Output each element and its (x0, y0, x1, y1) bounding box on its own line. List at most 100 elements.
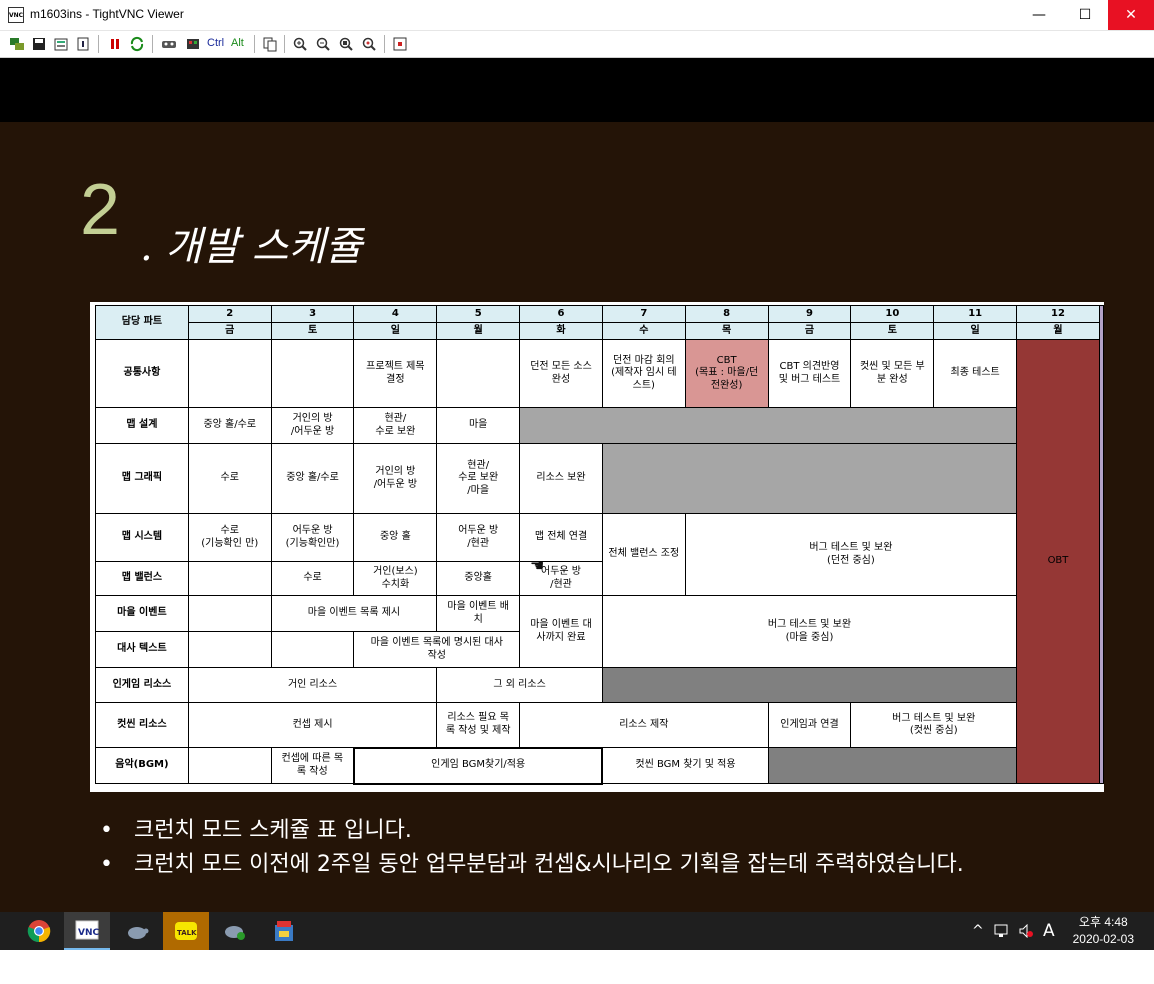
ime-indicator[interactable]: A (1043, 912, 1055, 950)
weekday-cell: 토 (850, 322, 935, 340)
turtle-app-icon-2[interactable] (212, 912, 258, 950)
volume-muted-icon[interactable] (1018, 912, 1034, 950)
date-cell: 7 (601, 305, 686, 323)
schedule-cell: 수로 (270, 561, 355, 596)
minimize-button[interactable]: — (1016, 0, 1062, 30)
schedule-cell: 버그 테스트 및 보완 (마을 중심) (601, 595, 1018, 668)
window-titlebar: VNC m1603ins - TightVNC Viewer — ☐ ✕ (0, 0, 1154, 31)
hand-cursor-icon: ☚ (530, 556, 545, 575)
schedule-cell: 마을 이벤트 목록에 명시된 대사 작성 (353, 631, 521, 668)
schedule-cell: 현관/ 수로 보완 /마을 (436, 443, 521, 514)
options-icon[interactable] (52, 35, 70, 53)
schedule-cell: 중앙 홀/수로 (270, 443, 355, 514)
svg-text:TALK: TALK (177, 929, 197, 937)
schedule-cell: 마을 이벤트 배 치 (436, 595, 521, 632)
zoom-out-icon[interactable] (314, 35, 332, 53)
turtle-app-icon[interactable] (114, 912, 160, 950)
date-cell: 2 (187, 305, 272, 323)
schedule-cell (270, 631, 355, 668)
date-cell: 8 (684, 305, 769, 323)
header-corner: 담당 파트 (95, 305, 189, 340)
schedule-cell: 리소스 제작 (519, 702, 769, 748)
vnc-toolbar: Ctrl Alt (0, 31, 1154, 58)
toolbar-separator (384, 35, 385, 53)
schedule-cell (187, 595, 272, 632)
new-connection-icon[interactable] (8, 35, 26, 53)
fullscreen-icon[interactable] (391, 35, 409, 53)
weekday-cell: 금 (767, 322, 852, 340)
schedule-cell: 마을 이벤트 대 사까지 완료 (519, 595, 603, 668)
taskbar-clock[interactable]: 오후 4:48 2020-02-03 (1073, 914, 1134, 948)
date-cell: 6 (519, 305, 603, 323)
schedule-cell: 중앙홀 (436, 561, 521, 596)
ctrl-esc-icon[interactable] (184, 35, 202, 53)
schedule-cell: 전체 밸런스 조정 (601, 513, 686, 596)
schedule-cell (270, 339, 355, 408)
info-icon[interactable] (74, 35, 92, 53)
pause-icon[interactable] (106, 35, 124, 53)
date-cell: 12 (1016, 305, 1100, 323)
schedule-cell: 던전 모든 소스 완성 (519, 339, 603, 408)
remote-screen-top-band (0, 58, 1154, 122)
schedule-cell: 컷씬 BGM 찾기 및 적용 (601, 747, 769, 784)
schedule-cell: 어두운 방 (기능확인만) (270, 513, 355, 562)
close-button[interactable]: ✕ (1108, 0, 1154, 30)
clipboard-icon[interactable] (261, 35, 279, 53)
schedule-cell: 리소스 필요 목 록 작성 및 제작 (436, 702, 521, 748)
ctrl-key-button[interactable]: Ctrl (207, 37, 224, 49)
schedule-cell: 중앙 홀 (353, 513, 438, 562)
row-label: 맵 밸런스 (95, 561, 189, 596)
toolbar-separator (254, 35, 255, 53)
vnc-app-icon: VNC (8, 7, 24, 23)
weekday-cell: 월 (1016, 322, 1100, 340)
schedule-cell: 컨셉에 따른 목 록 작성 (270, 747, 355, 784)
schedule-cell (436, 339, 521, 408)
weekday-cell: 월 (436, 322, 521, 340)
schedule-cell: 수로 (187, 443, 272, 514)
schedule-cell: 거인의 방 /어두운 방 (353, 443, 438, 514)
schedule-cell: 던전 마감 회의 (제작자 임시 테 스트) (601, 339, 686, 408)
bullet-list: • 크런치 모드 스케쥴 표 입니다. • 크런치 모드 이전에 2주일 동안 업무… (100, 814, 964, 882)
schedule-cell: 인게임 BGM찾기/적용 (352, 746, 604, 785)
schedule-cell: 최종 테스트 (933, 339, 1018, 408)
row-label: 맵 시스템 (95, 513, 189, 562)
ctrl-alt-del-icon[interactable] (160, 35, 178, 53)
save-icon[interactable] (30, 35, 48, 53)
kakaotalk-icon[interactable]: TALK (163, 912, 209, 950)
schedule-cell: 그 외 리소스 (436, 667, 603, 703)
tray-chevron-icon[interactable]: ^ (972, 912, 984, 950)
schedule-cell: 인게임과 연결 (767, 702, 852, 748)
schedule-cell: 맵 전체 연결 (519, 513, 603, 562)
row-label: 대사 텍스트 (95, 631, 189, 668)
slide-title: . 개발 스케쥴 (140, 224, 363, 270)
schedule-cell: 버그 테스트 및 보완 (컷씬 중심) (850, 702, 1018, 748)
weekday-cell: 금 (187, 322, 272, 340)
schedule-cell: 리소스 보완 (519, 443, 603, 514)
schedule-cell: 거인 리소스 (187, 667, 438, 703)
maximize-button[interactable]: ☐ (1062, 0, 1108, 30)
schedule-cell: 프로젝트 제목 결정 (353, 339, 438, 408)
weekday-cell: 목 (684, 322, 769, 340)
chrome-icon[interactable] (16, 912, 62, 950)
toolbar-separator (284, 35, 285, 53)
weekday-cell: 수 (601, 322, 686, 340)
alt-key-button[interactable]: Alt (231, 37, 244, 49)
refresh-icon[interactable] (128, 35, 146, 53)
bullet-text: 크런치 모드 이전에 2주일 동안 업무분담과 컨셉&시나리오 기획을 잡는데 … (134, 852, 964, 877)
zoom-fit-icon[interactable] (360, 35, 378, 53)
next-column-stub (1098, 305, 1105, 784)
cbt-cell: CBT (목표 : 마을/던 전완성) (684, 339, 769, 408)
row-label: 컷씬 리소스 (95, 702, 189, 748)
network-icon[interactable] (994, 912, 1010, 950)
row-label: 맵 설계 (95, 407, 189, 444)
schedule-cell (187, 561, 272, 596)
obt-cell: OBT (1016, 339, 1100, 784)
weekday-cell: 화 (519, 322, 603, 340)
zoom-in-icon[interactable] (291, 35, 309, 53)
game-app-icon[interactable] (261, 912, 307, 950)
date-cell: 5 (436, 305, 521, 323)
zoom-100-icon[interactable] (337, 35, 355, 53)
schedule-table-frame: 담당 파트 2 3 4 5 6 7 8 9 10 11 12 금 토 일 월 화 (90, 302, 1105, 792)
row-label: 음악(BGM) (95, 747, 189, 784)
tightvnc-taskbar-icon[interactable]: VNC (64, 912, 110, 950)
